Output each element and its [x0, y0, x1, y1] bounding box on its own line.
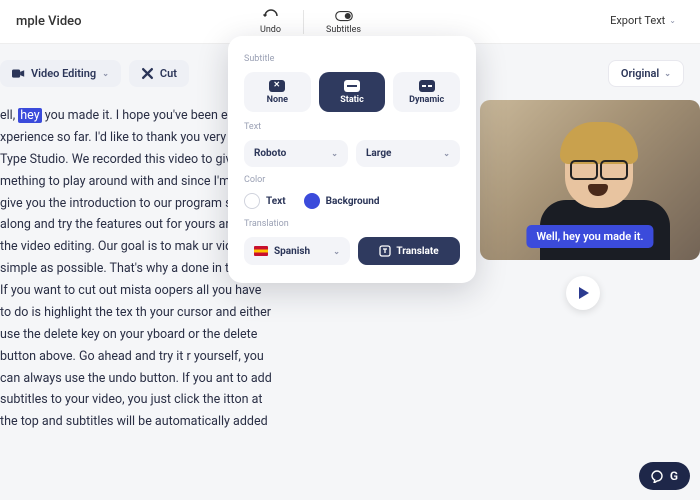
chevron-down-icon: ⌄	[664, 69, 671, 78]
chevron-down-icon: ⌄	[331, 149, 338, 158]
color-section-label: Color	[244, 175, 460, 185]
subtitle-option-none[interactable]: None	[244, 72, 311, 112]
original-dropdown[interactable]: Original⌄	[608, 60, 684, 87]
toggle-icon	[335, 9, 353, 23]
subtitle-option-dynamic[interactable]: Dynamic	[393, 72, 460, 112]
project-title: mple Video	[16, 14, 82, 29]
highlighted-word[interactable]: hey	[18, 108, 41, 123]
video-editing-button[interactable]: Video Editing ⌄	[0, 60, 121, 87]
subtitles-button[interactable]: Subtitles	[326, 9, 361, 35]
color-row: Text Background	[244, 193, 460, 209]
text-section-label: Text	[244, 122, 460, 132]
language-select[interactable]: Spanish⌄	[244, 237, 350, 265]
cut-button[interactable]: Cut	[129, 60, 189, 87]
translation-row: Spanish⌄ Translate	[244, 237, 460, 265]
chevron-down-icon: ⌄	[102, 69, 109, 78]
play-button[interactable]	[566, 276, 600, 310]
text-selects: Roboto⌄ Large⌄	[244, 140, 460, 167]
font-select[interactable]: Roboto⌄	[244, 140, 348, 167]
video-caption: Well, hey you made it.	[526, 225, 653, 248]
text-color-picker[interactable]: Text	[244, 193, 286, 209]
spain-flag-icon	[254, 246, 268, 256]
translate-icon	[379, 245, 391, 257]
chevron-down-icon: ⌄	[333, 247, 340, 256]
divider	[303, 10, 304, 34]
video-preview[interactable]: Well, hey you made it.	[480, 100, 700, 260]
white-swatch	[244, 193, 260, 209]
chat-icon	[651, 470, 665, 483]
export-text-button[interactable]: Export Text⌄	[610, 14, 676, 27]
undo-button[interactable]: Undo	[260, 9, 281, 35]
chevron-down-icon: ⌄	[443, 149, 450, 158]
close-icon	[141, 67, 154, 80]
none-icon	[269, 80, 285, 92]
chat-widget[interactable]: G	[639, 462, 690, 490]
subtitle-section-label: Subtitle	[244, 54, 460, 64]
subtitle-option-static[interactable]: Static	[319, 72, 386, 112]
undo-icon	[262, 9, 280, 23]
size-select[interactable]: Large⌄	[356, 140, 460, 167]
blue-swatch	[304, 193, 320, 209]
translate-button[interactable]: Translate	[358, 237, 460, 265]
subtitle-options: None Static Dynamic	[244, 72, 460, 112]
subtitles-panel: Subtitle None Static Dynamic Text Roboto…	[228, 36, 476, 283]
background-color-picker[interactable]: Background	[304, 193, 380, 209]
chevron-down-icon: ⌄	[669, 16, 676, 25]
static-icon	[344, 80, 360, 92]
dynamic-icon	[419, 80, 435, 92]
camera-icon	[12, 67, 25, 80]
translation-section-label: Translation	[244, 219, 460, 229]
